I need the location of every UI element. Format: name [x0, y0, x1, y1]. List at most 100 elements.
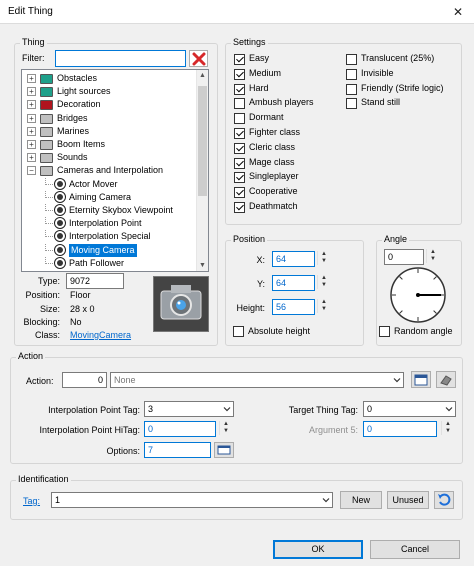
clear-filter-button[interactable] — [189, 50, 208, 67]
tree-thing-item[interactable]: Actor Mover — [22, 177, 196, 191]
argument5-input[interactable]: 0 — [363, 421, 437, 437]
new-tag-button[interactable]: New — [340, 491, 382, 509]
height-input[interactable]: 56 — [272, 299, 315, 315]
x-spinner[interactable]: ▲ ▼ — [317, 251, 329, 265]
spin-down-icon[interactable]: ▼ — [318, 282, 330, 289]
y-spinner[interactable]: ▲ ▼ — [317, 275, 329, 289]
tree-thing-item[interactable]: Interpolation Special — [22, 230, 196, 243]
scroll-down-icon[interactable]: ▼ — [198, 262, 207, 269]
tree-thing-item[interactable]: Aiming Camera — [22, 190, 196, 204]
position-label: Position: — [25, 290, 60, 300]
hitag-spinner[interactable]: ▲ ▼ — [219, 421, 231, 435]
expand-icon[interactable]: + — [27, 87, 36, 97]
filter-input[interactable] — [55, 50, 186, 67]
action-number-input[interactable]: 0 — [62, 372, 107, 388]
unused-tag-button[interactable]: Unused — [387, 491, 429, 509]
action-group-label: Action — [16, 351, 46, 361]
identification-group-label: Identification — [16, 474, 71, 484]
tree-thing-item[interactable]: Moving Camera — [22, 243, 196, 257]
spin-down-icon[interactable]: ▼ — [318, 306, 330, 313]
thing-tree[interactable]: + Obstacles + Light sources + Decoration + Brid… — [21, 69, 209, 272]
argument5-spinner[interactable]: ▲ ▼ — [441, 421, 453, 435]
interp-tag-select[interactable]: 3 — [144, 401, 234, 417]
setting-checkbox[interactable] — [234, 54, 245, 65]
ok-button[interactable]: OK — [273, 540, 363, 559]
tag-select[interactable]: 1 — [51, 492, 333, 508]
setting-label: Invisible — [361, 67, 394, 78]
setting-checkbox[interactable] — [346, 98, 357, 110]
tree-category-item[interactable]: + Sounds — [22, 151, 196, 164]
setting-checkbox[interactable] — [346, 83, 357, 95]
scroll-thumb[interactable] — [198, 86, 207, 196]
cancel-button[interactable]: Cancel — [370, 540, 460, 559]
class-link[interactable]: MovingCamera — [70, 330, 131, 340]
setting-checkbox[interactable] — [234, 157, 245, 169]
options-input[interactable]: 7 — [144, 442, 211, 458]
y-input[interactable]: 64 — [272, 275, 315, 291]
setting-checkbox[interactable] — [234, 68, 245, 80]
tree-category-item[interactable]: + Obstacles — [22, 72, 196, 85]
tag-link[interactable]: Tag: — [23, 496, 40, 506]
tree-category-item[interactable]: + Marines — [22, 125, 196, 138]
close-icon[interactable]: ✕ — [450, 4, 466, 20]
spin-down-icon[interactable]: ▼ — [318, 258, 330, 265]
setting-checkbox[interactable] — [234, 98, 245, 110]
setting-checkbox[interactable] — [234, 202, 245, 213]
tree-category-item[interactable]: − Cameras and Interpolation — [22, 164, 196, 177]
x-input[interactable]: 64 — [272, 251, 315, 267]
target-tag-select[interactable]: 0 — [363, 401, 456, 417]
browse-action-button[interactable] — [411, 371, 431, 388]
collapse-icon[interactable]: − — [27, 166, 36, 176]
expand-icon[interactable]: + — [27, 113, 36, 123]
tree-category-item[interactable]: + Light sources — [22, 85, 196, 98]
interp-hitag-input[interactable]: 0 — [144, 421, 216, 437]
expand-icon[interactable]: + — [27, 74, 36, 83]
angle-spinner[interactable]: ▲ ▼ — [426, 249, 438, 263]
tree-connector — [45, 177, 53, 185]
random-angle-checkbox[interactable] — [379, 326, 390, 337]
spin-down-icon[interactable]: ▼ — [427, 256, 439, 263]
spin-up-icon[interactable]: ▲ — [220, 421, 232, 428]
tree-scrollbar[interactable]: ▲ ▼ — [196, 70, 208, 271]
expand-icon[interactable]: + — [27, 153, 36, 163]
spin-up-icon[interactable]: ▲ — [318, 275, 330, 282]
height-spinner[interactable]: ▲ ▼ — [317, 299, 329, 313]
tree-thing-item[interactable]: Interpolation Point — [22, 217, 196, 230]
scroll-up-icon[interactable]: ▲ — [198, 72, 207, 79]
angle-dial[interactable] — [389, 266, 447, 324]
setting-checkbox[interactable] — [234, 113, 245, 125]
absolute-height-checkbox[interactable] — [233, 326, 244, 337]
tree-category-item[interactable]: + Boom Items — [22, 138, 196, 151]
setting-checkbox[interactable] — [234, 83, 245, 95]
tree-category-label: Cameras and Interpolation — [57, 165, 164, 176]
setting-checkbox[interactable] — [234, 172, 245, 184]
setting-checkbox[interactable] — [234, 142, 245, 154]
setting-checkbox[interactable] — [346, 68, 357, 80]
angle-input[interactable]: 0 — [384, 249, 424, 265]
setting-checkbox[interactable] — [346, 54, 357, 65]
spin-up-icon[interactable]: ▲ — [318, 251, 330, 258]
spin-up-icon[interactable]: ▲ — [318, 299, 330, 306]
tree-category-item[interactable]: + Bridges — [22, 112, 196, 125]
setting-label: Mage class — [249, 156, 295, 167]
paste-action-button[interactable] — [436, 371, 456, 388]
expand-icon[interactable]: + — [27, 126, 36, 136]
spin-up-icon[interactable]: ▲ — [442, 421, 454, 428]
restore-tag-button[interactable] — [434, 491, 454, 509]
tree-category-item[interactable]: + Decoration — [22, 98, 196, 111]
setting-checkbox[interactable] — [234, 187, 245, 199]
tree-category-label: Sounds — [57, 152, 88, 163]
action-select[interactable]: None — [110, 372, 404, 388]
tree-thing-label: Actor Mover — [69, 178, 118, 189]
setting-checkbox[interactable] — [234, 128, 245, 139]
tree-thing-item[interactable]: Eternity Skybox Viewpoint — [22, 204, 196, 217]
options-flags-button[interactable] — [214, 442, 234, 458]
spin-down-icon[interactable]: ▼ — [220, 428, 232, 435]
interp-tag-label: Interpolation Point Tag: — [48, 405, 140, 415]
tree-thing-item[interactable]: Path Follower — [22, 256, 196, 270]
spin-down-icon[interactable]: ▼ — [442, 428, 454, 435]
type-input[interactable]: 9072 — [66, 273, 124, 289]
expand-icon[interactable]: + — [27, 100, 36, 110]
spin-up-icon[interactable]: ▲ — [427, 249, 439, 256]
expand-icon[interactable]: + — [27, 140, 36, 149]
